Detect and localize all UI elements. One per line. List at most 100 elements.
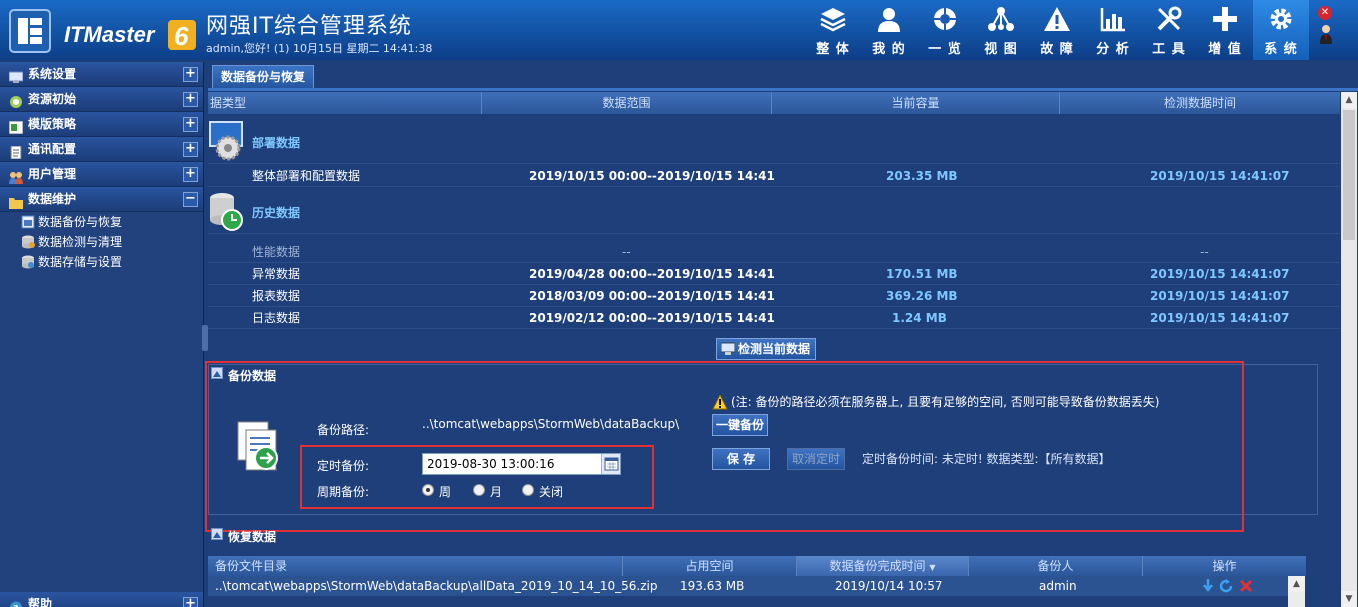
exit-icon[interactable]: ✕ bbox=[1318, 6, 1332, 20]
expand-toggle[interactable]: + bbox=[183, 67, 198, 82]
expand-toggle[interactable]: + bbox=[183, 597, 198, 607]
row-name: 整体部署和配置数据 bbox=[252, 169, 361, 183]
sidebar-item-label: 系统设置 bbox=[28, 67, 77, 81]
expand-toggle[interactable]: + bbox=[183, 167, 198, 182]
expand-toggle[interactable]: + bbox=[183, 92, 198, 107]
table-row[interactable]: 异常数据 2019/04/28 00:00--2019/10/15 14:41 … bbox=[208, 263, 1340, 285]
vertical-scrollbar[interactable]: ▲ ▼ bbox=[1341, 92, 1357, 607]
sidebar-subitem-detect-clean[interactable]: 数据检测与清理 bbox=[0, 232, 203, 252]
row-size: 203.35 MB bbox=[886, 169, 958, 183]
sidebar-item-data-maintenance[interactable]: 数据维护 − bbox=[0, 187, 203, 212]
row-size: 1.24 MB bbox=[892, 311, 947, 325]
scroll-up-icon[interactable]: ▲ bbox=[1288, 576, 1305, 592]
column-header[interactable]: 占用空间 bbox=[623, 556, 797, 576]
nav-value-added[interactable]: 增 值 bbox=[1197, 0, 1253, 60]
nav-view[interactable]: 视 图 bbox=[973, 0, 1029, 60]
gear-icon bbox=[1270, 8, 1292, 30]
warning-icon bbox=[1044, 7, 1070, 31]
sidebar-item-system-settings[interactable]: 系统设置 + bbox=[0, 62, 203, 87]
sidebar-item-help[interactable]: ? 帮助 + bbox=[0, 592, 203, 607]
nav-label: 我 的 bbox=[872, 42, 906, 57]
sidebar-item-label: 资源初始 bbox=[28, 92, 77, 106]
nav-tools[interactable]: 工 具 bbox=[1141, 0, 1197, 60]
expand-toggle[interactable]: + bbox=[183, 142, 198, 157]
restore-icon[interactable] bbox=[1219, 578, 1234, 594]
sidebar-subitem-backup-restore[interactable]: 数据备份与恢复 bbox=[0, 212, 203, 232]
sidebar-subitem-storage-settings[interactable]: 数据存储与设置 bbox=[0, 252, 203, 272]
nav-fault[interactable]: 故 障 bbox=[1029, 0, 1085, 60]
scrollbar-thumb[interactable] bbox=[1343, 110, 1355, 240]
column-header-label: 数据备份完成时间 bbox=[829, 559, 926, 573]
column-header[interactable]: 当前容量 bbox=[772, 92, 1060, 114]
nav-label: 工 具 bbox=[1152, 42, 1186, 57]
row-name: 日志数据 bbox=[252, 311, 301, 325]
nav-label: 整 体 bbox=[816, 42, 850, 57]
collapse-restore-icon[interactable] bbox=[211, 528, 223, 540]
history-data-icon bbox=[208, 192, 244, 232]
tools-icon bbox=[1157, 6, 1182, 31]
row-range: 2019/04/28 00:00--2019/10/15 14:41 bbox=[529, 267, 775, 281]
row-size: 369.26 MB bbox=[886, 289, 958, 303]
row-time: 2019/10/15 14:41:07 bbox=[1150, 289, 1290, 303]
row-range: -- bbox=[622, 245, 631, 259]
nav-mine[interactable]: 我 的 bbox=[861, 0, 917, 60]
sidebar-item-label: 帮助 bbox=[28, 597, 53, 607]
sidebar-item-resource-init[interactable]: 资源初始 + bbox=[0, 87, 203, 112]
svg-text:6: 6 bbox=[174, 21, 189, 51]
row-time: 2019/10/15 14:41:07 bbox=[1150, 311, 1290, 325]
nav-overview[interactable]: 整 体 bbox=[805, 0, 861, 60]
user-avatar-icon[interactable] bbox=[1320, 24, 1332, 44]
globe-icon bbox=[934, 8, 956, 30]
table-row[interactable]: 性能数据 -- -- bbox=[208, 241, 1340, 263]
row-file: ..\tomcat\webapps\StormWeb\dataBackup\al… bbox=[215, 579, 658, 593]
table-row[interactable]: ..\tomcat\webapps\StormWeb\dataBackup\al… bbox=[208, 576, 1288, 596]
download-icon[interactable] bbox=[1201, 578, 1215, 594]
row-name: 性能数据 bbox=[252, 245, 301, 259]
database-icon bbox=[21, 235, 35, 249]
table-row[interactable]: 日志数据 2019/02/12 00:00--2019/10/15 14:41 … bbox=[208, 307, 1340, 329]
monitor-icon bbox=[720, 342, 736, 356]
sidebar-subitem-label: 数据检测与清理 bbox=[38, 235, 123, 249]
column-header[interactable]: 数据范围 bbox=[482, 92, 772, 114]
sidebar-item-template-policy[interactable]: 模版策略 + bbox=[0, 112, 203, 137]
table-row[interactable]: 整体部署和配置数据 2019/10/15 00:00--2019/10/15 1… bbox=[208, 165, 1340, 187]
row-range: 2018/03/09 00:00--2019/10/15 14:41 bbox=[529, 289, 775, 303]
nav-label: 一 览 bbox=[928, 42, 962, 57]
row-time: 2019/10/15 14:41:07 bbox=[1150, 169, 1290, 183]
sidebar-item-user-management[interactable]: 用户管理 + bbox=[0, 162, 203, 187]
column-header[interactable]: 备份人 bbox=[969, 556, 1143, 576]
chart-icon bbox=[1100, 8, 1125, 32]
sidebar-subitem-label: 数据备份与恢复 bbox=[38, 215, 123, 229]
column-header[interactable]: 据类型 bbox=[208, 92, 482, 114]
app-title: 网强IT综合管理系统 bbox=[206, 14, 412, 39]
sidebar-item-communication[interactable]: 通讯配置 + bbox=[0, 137, 203, 162]
check-current-data-button[interactable]: 检测当前数据 bbox=[716, 338, 816, 360]
nav-analysis[interactable]: 分 析 bbox=[1085, 0, 1141, 60]
top-header: ITMaster 6 网强IT综合管理系统 admin,您好! (1) 10月1… bbox=[0, 0, 1358, 60]
restore-scrollbar[interactable]: ▲ bbox=[1288, 576, 1305, 607]
row-user: admin bbox=[1039, 579, 1077, 593]
column-header[interactable]: 备份文件目录 bbox=[208, 556, 623, 576]
nav-system[interactable]: 系 统 bbox=[1253, 0, 1309, 60]
backup-icon bbox=[21, 215, 35, 229]
folder-icon bbox=[9, 193, 23, 209]
table-row[interactable]: 报表数据 2018/03/09 00:00--2019/10/15 14:41 … bbox=[208, 285, 1340, 307]
row-time: -- bbox=[1200, 245, 1209, 259]
column-header-sorted[interactable]: 数据备份完成时间 ▼ bbox=[797, 556, 969, 576]
nav-glance[interactable]: 一 览 bbox=[917, 0, 973, 60]
scroll-down-icon[interactable]: ▼ bbox=[1341, 591, 1357, 607]
sidebar-item-label: 用户管理 bbox=[28, 167, 77, 181]
sort-desc-icon: ▼ bbox=[929, 563, 936, 572]
delete-icon[interactable] bbox=[1239, 578, 1253, 594]
column-header[interactable]: 操作 bbox=[1143, 556, 1306, 576]
svg-text:ITMaster: ITMaster bbox=[64, 22, 156, 47]
nav-label: 分 析 bbox=[1096, 42, 1130, 57]
row-size: 193.63 MB bbox=[680, 579, 745, 593]
column-header[interactable]: 检测数据时间 bbox=[1060, 92, 1340, 114]
expand-toggle[interactable]: + bbox=[183, 117, 198, 132]
sidebar-subitem-label: 数据存储与设置 bbox=[38, 255, 123, 269]
row-range: 2019/02/12 00:00--2019/10/15 14:41 bbox=[529, 311, 775, 325]
tab-backup-restore[interactable]: 数据备份与恢复 bbox=[212, 65, 314, 89]
collapse-toggle[interactable]: − bbox=[183, 192, 198, 207]
scroll-up-icon[interactable]: ▲ bbox=[1341, 92, 1357, 108]
